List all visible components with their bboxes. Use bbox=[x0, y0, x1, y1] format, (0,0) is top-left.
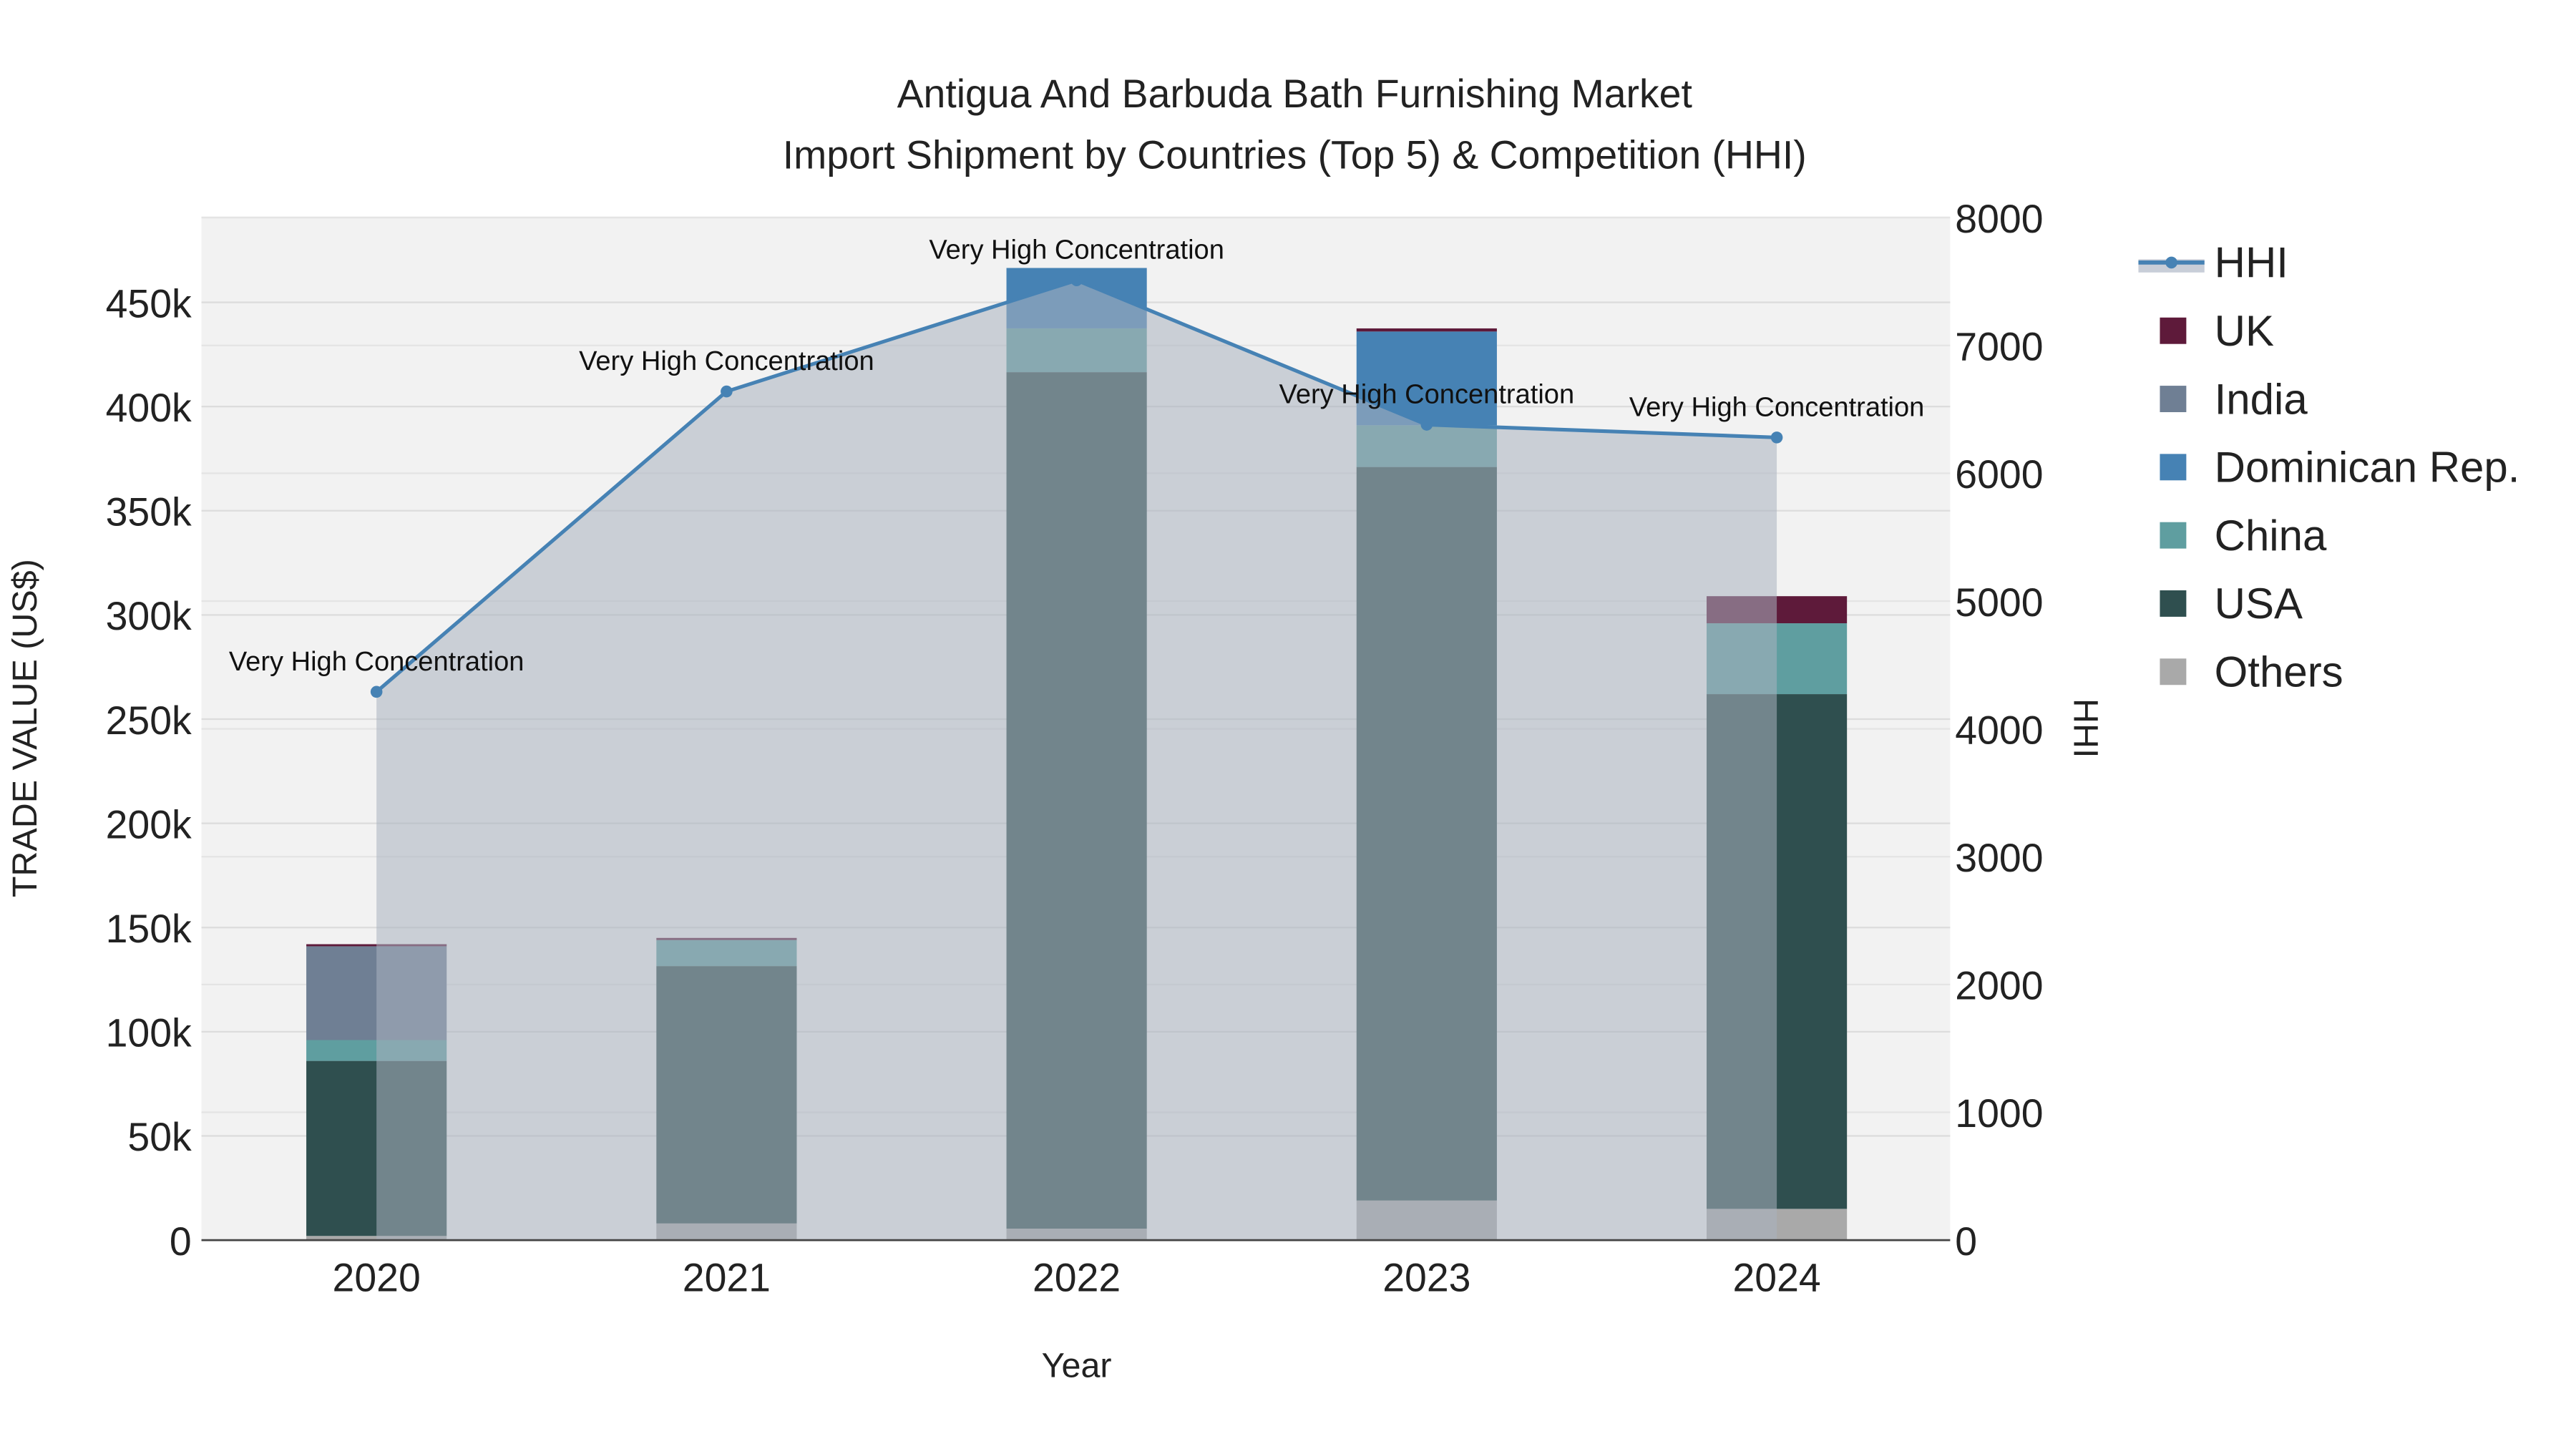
y2-tick-label: 8000 bbox=[1955, 197, 2043, 241]
y-tick-label: 250k bbox=[106, 698, 192, 743]
legend-label-others: Others bbox=[2215, 648, 2343, 696]
y-tick-label: 50k bbox=[127, 1115, 192, 1159]
y2-tick-label: 7000 bbox=[1955, 325, 2043, 369]
annotation-label: Very High Concentration bbox=[929, 235, 1224, 265]
y-tick-label: 200k bbox=[106, 802, 192, 847]
y2-tick-label: 5000 bbox=[1955, 580, 2043, 625]
x-tick-label: 2022 bbox=[1033, 1256, 1121, 1300]
x-tick-label: 2021 bbox=[683, 1256, 771, 1300]
legend-swatch-hhi-point bbox=[2165, 256, 2177, 269]
hhi-point-2024 bbox=[1770, 431, 1783, 444]
y2-tick-label: 6000 bbox=[1955, 452, 2043, 497]
y2-tick-label: 0 bbox=[1955, 1219, 1977, 1264]
legend-label-india: India bbox=[2215, 375, 2308, 423]
hhi-point-2023 bbox=[1420, 419, 1433, 431]
y-axis-label: TRADE VALUE (US$) bbox=[6, 559, 44, 897]
annotation-label: Very High Concentration bbox=[229, 647, 525, 677]
y2-tick-label: 1000 bbox=[1955, 1091, 2043, 1136]
y-tick-label: 350k bbox=[106, 490, 192, 535]
y2-axis-label: HHI bbox=[2066, 698, 2104, 758]
legend-swatch-usa bbox=[2160, 590, 2187, 617]
chart: 0 50k 100k 150k 200k 250k 300k 350k 400k 450k 0 100… bbox=[6, 72, 2520, 1385]
legend-swatch-uk bbox=[2160, 317, 2187, 344]
chart-title: Antigua And Barbuda Bath Furnishing Mark… bbox=[897, 72, 1692, 116]
legend: HHI UK India Dominican Rep. China USA Others bbox=[2138, 239, 2519, 696]
legend-label-hhi: HHI bbox=[2215, 239, 2288, 287]
y-tick-label: 300k bbox=[106, 594, 192, 638]
legend-swatch-others bbox=[2160, 658, 2187, 686]
legend-label-china: China bbox=[2215, 512, 2327, 560]
legend-label-usa: USA bbox=[2215, 580, 2303, 628]
y-tick-label: 450k bbox=[106, 281, 192, 326]
y-tick-label: 150k bbox=[106, 907, 192, 951]
chart-subtitle: Import Shipment by Countries (Top 5) & C… bbox=[783, 132, 1807, 177]
legend-label-uk: UK bbox=[2215, 307, 2274, 355]
legend-label-dominican-rep: Dominican Rep. bbox=[2215, 444, 2520, 492]
hhi-point-2021 bbox=[721, 385, 733, 398]
x-axis-label: Year bbox=[1042, 1347, 1112, 1385]
x-tick-label: 2020 bbox=[333, 1256, 421, 1300]
annotation-label: Very High Concentration bbox=[1629, 392, 1925, 422]
bar-uk-2023 bbox=[1356, 328, 1497, 332]
y-tick-label: 400k bbox=[106, 386, 192, 430]
annotation-label: Very High Concentration bbox=[579, 346, 874, 376]
x-tick-label: 2024 bbox=[1732, 1256, 1820, 1300]
hhi-point-2020 bbox=[370, 686, 383, 698]
hhi-point-2022 bbox=[1070, 274, 1083, 286]
y2-tick-label: 2000 bbox=[1955, 964, 2043, 1008]
legend-swatch-india bbox=[2160, 386, 2187, 412]
annotation-label: Very High Concentration bbox=[1279, 380, 1575, 410]
y2-tick-label: 4000 bbox=[1955, 708, 2043, 752]
legend-swatch-china bbox=[2160, 522, 2187, 549]
x-tick-label: 2023 bbox=[1382, 1256, 1470, 1300]
legend-swatch-dominican-rep bbox=[2160, 454, 2187, 481]
y-tick-label: 0 bbox=[170, 1219, 192, 1264]
y2-tick-label: 3000 bbox=[1955, 836, 2043, 880]
y-tick-label: 100k bbox=[106, 1011, 192, 1055]
